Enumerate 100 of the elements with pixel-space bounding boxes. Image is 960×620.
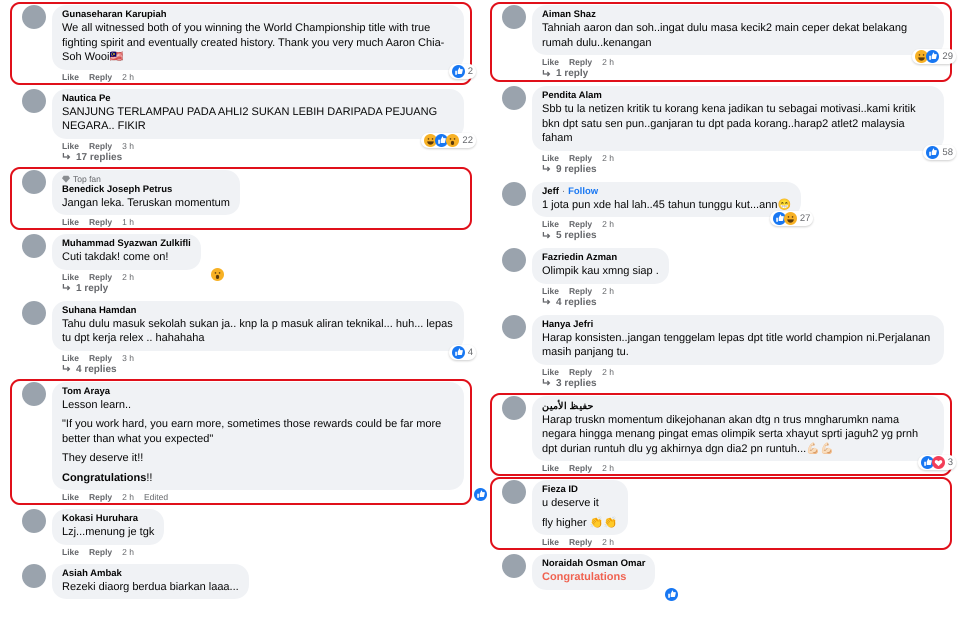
timestamp: 2 h	[122, 72, 134, 82]
reaction-summary[interactable]: 22	[421, 132, 476, 148]
like-button[interactable]: Like	[542, 286, 560, 296]
reply-button[interactable]: Reply	[569, 463, 592, 473]
avatar[interactable]	[502, 554, 526, 578]
timestamp: 2 h	[122, 492, 134, 502]
avatar[interactable]	[502, 480, 526, 504]
timestamp: 3 h	[122, 352, 134, 362]
avatar[interactable]	[22, 509, 46, 533]
reaction-summary[interactable]: 4	[448, 344, 476, 360]
author-name[interactable]: Nautica Pe	[62, 92, 111, 104]
like-button[interactable]: Like	[62, 492, 80, 502]
thumbs-up-icon	[926, 50, 940, 63]
like-button[interactable]: Like	[62, 217, 80, 227]
like-button[interactable]: Like	[542, 366, 560, 376]
reaction-count: 2	[468, 66, 473, 76]
reaction-summary[interactable]: 3	[918, 455, 956, 470]
avatar[interactable]	[502, 86, 526, 110]
reaction-summary[interactable]: 29	[912, 49, 956, 64]
view-replies-link[interactable]: 1 reply	[502, 67, 588, 79]
avatar[interactable]	[22, 88, 46, 112]
thumbs-up-icon	[452, 346, 465, 358]
emoji-face-icon	[424, 134, 438, 146]
like-button[interactable]: Like	[542, 463, 560, 473]
reply-arrow-icon	[542, 298, 552, 306]
avatar[interactable]	[22, 300, 46, 324]
reply-arrow-icon	[542, 232, 552, 240]
comment-text: SANJUNG TERLAMPAU PADA AHLI2 SUKAN LEBIH DARIPADA PEJUANG NEGARA.. FIKIR	[62, 104, 438, 134]
reply-button[interactable]: Reply	[89, 140, 112, 150]
author-name[interactable]: Asiah Ambak	[62, 568, 122, 578]
view-replies-link[interactable]: 1 reply	[22, 282, 108, 294]
timestamp: 2 h	[602, 537, 614, 547]
like-button[interactable]: Like	[542, 57, 560, 67]
author-name[interactable]: Benedick Joseph Petrus	[62, 184, 172, 194]
like-button[interactable]: Like	[62, 140, 80, 150]
author-name[interactable]: Jeff	[542, 186, 559, 196]
reply-button[interactable]: Reply	[569, 286, 592, 296]
view-replies-link[interactable]: 9 replies	[502, 162, 597, 174]
reaction-count: 3	[948, 457, 953, 468]
author-name[interactable]: Suhana Hamdan	[62, 304, 136, 316]
author-name[interactable]: Hanya Jefri	[542, 318, 594, 330]
comment-text: Congratulations!!	[62, 470, 154, 485]
reaction-summary[interactable]	[471, 487, 490, 502]
view-replies-link[interactable]: 3 replies	[502, 376, 597, 388]
view-replies-link[interactable]: 4 replies	[22, 362, 117, 374]
author-name[interactable]: Fieza ID	[542, 484, 578, 495]
author-name[interactable]: حفيظ الأمين	[542, 400, 594, 412]
reaction-summary[interactable]: 2	[448, 64, 476, 78]
like-button[interactable]: Like	[62, 546, 80, 556]
view-replies-link[interactable]: 4 replies	[502, 296, 597, 308]
reply-button[interactable]: Reply	[569, 152, 592, 162]
reply-button[interactable]: Reply	[89, 217, 112, 227]
avatar[interactable]	[502, 5, 526, 29]
avatar[interactable]	[502, 314, 526, 338]
view-replies-link[interactable]: 5 replies	[502, 229, 597, 241]
author-name[interactable]: Muhammad Syazwan Zulkifli	[62, 238, 191, 249]
avatar[interactable]	[22, 5, 46, 29]
avatar[interactable]	[502, 182, 526, 206]
view-replies-link[interactable]: 17 replies	[22, 150, 122, 162]
comment-text: Harap konsisten..jangan tenggelam lepas dpt title world champion ni.Perjalanan masih panjang tu.	[542, 330, 932, 360]
separator-dot: ·	[562, 186, 566, 196]
reply-button[interactable]: Reply	[569, 219, 592, 229]
like-button[interactable]: Like	[542, 219, 560, 229]
thumbs-up-icon	[452, 64, 465, 78]
reply-button[interactable]: Reply	[569, 366, 592, 376]
like-button[interactable]: Like	[542, 537, 560, 547]
avatar[interactable]	[22, 564, 46, 588]
author-name[interactable]: Tom Araya	[62, 386, 110, 396]
reply-button[interactable]: Reply	[569, 57, 592, 67]
reply-button[interactable]: Reply	[89, 492, 112, 502]
author-name[interactable]: Gunaseharan Karupiah	[62, 9, 167, 20]
reply-button[interactable]: Reply	[89, 546, 112, 556]
like-button[interactable]: Like	[62, 72, 80, 82]
comment-text: Rezeki diaorg berdua biarkan laaa...	[62, 580, 239, 594]
like-button[interactable]: Like	[62, 272, 80, 282]
avatar[interactable]	[22, 234, 46, 258]
avatar[interactable]	[22, 170, 46, 194]
like-button[interactable]: Like	[542, 152, 560, 162]
reply-button[interactable]: Reply	[89, 352, 112, 362]
reaction-count: 22	[462, 134, 473, 146]
author-name[interactable]: Aiman Shaz	[542, 9, 596, 20]
comment-text: Tahniah aaron dan soh..ingat dulu masa kecik2 main ceper dekat belakang rumah dulu..kenangan	[542, 21, 908, 50]
author-name[interactable]: Fazriedin Azman	[542, 252, 618, 263]
author-name[interactable]: Kokasi Huruhara	[62, 513, 138, 524]
author-name[interactable]: Noraidah Osman Omar	[542, 558, 646, 569]
reply-arrow-icon	[62, 284, 72, 292]
reply-button[interactable]: Reply	[569, 537, 592, 547]
comment-text: 1 jota pun xde hal lah..45 tahun tunggu kut...ann😁	[542, 198, 792, 212]
emoji-face-icon	[210, 268, 224, 280]
like-button[interactable]: Like	[62, 352, 80, 362]
comment-text: Sbb tu la netizen kritik tu korang kena jadikan tu sebagai motivasi..kami kritik bkn dpt satu sen pun..ganjaran tu dpt pada korang..harap2 atlet2 malaysia faham	[542, 102, 917, 146]
reaction-summary[interactable]: 27	[770, 211, 814, 226]
follow-link[interactable]: Follow	[568, 186, 598, 196]
author-name[interactable]: Pendita Alam	[542, 90, 602, 101]
avatar[interactable]	[502, 396, 526, 420]
reply-button[interactable]: Reply	[89, 272, 112, 282]
reply-button[interactable]: Reply	[89, 72, 112, 82]
reaction-summary[interactable]: 58	[923, 144, 956, 160]
avatar[interactable]	[502, 248, 526, 272]
avatar[interactable]	[22, 382, 46, 406]
